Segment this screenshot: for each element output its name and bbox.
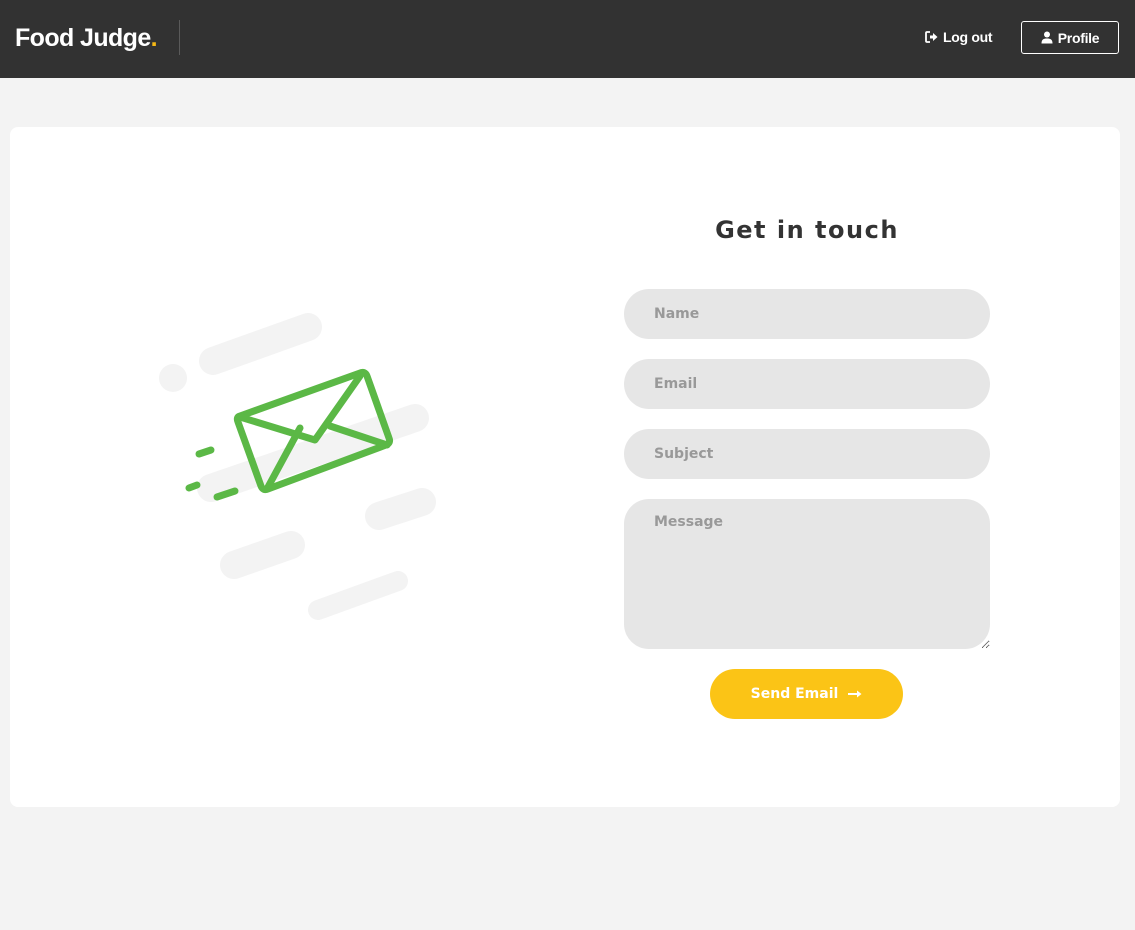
page-title: Get in touch <box>715 216 899 244</box>
brand-name: Food Judge <box>15 24 151 52</box>
email-input[interactable] <box>624 359 990 409</box>
send-email-button[interactable]: Send Email <box>710 669 903 719</box>
subject-input[interactable] <box>624 429 990 479</box>
brand-logo[interactable]: Food Judge. <box>15 23 158 53</box>
envelope-illustration <box>145 300 455 640</box>
logout-link[interactable]: Log out <box>925 28 993 46</box>
logout-icon <box>925 31 938 43</box>
brand-divider <box>179 20 180 55</box>
profile-label: Profile <box>1057 29 1100 46</box>
arrow-right-icon <box>848 690 862 698</box>
send-email-label: Send Email <box>750 686 839 702</box>
brand-dot: . <box>150 24 158 52</box>
name-input[interactable] <box>624 289 990 339</box>
navbar: Food Judge. Log out Profile <box>0 0 1135 78</box>
dot-decoration <box>159 364 187 392</box>
message-textarea[interactable] <box>624 499 990 649</box>
logout-label: Log out <box>943 29 993 45</box>
user-icon <box>1041 31 1053 44</box>
profile-button[interactable]: Profile <box>1021 21 1119 54</box>
